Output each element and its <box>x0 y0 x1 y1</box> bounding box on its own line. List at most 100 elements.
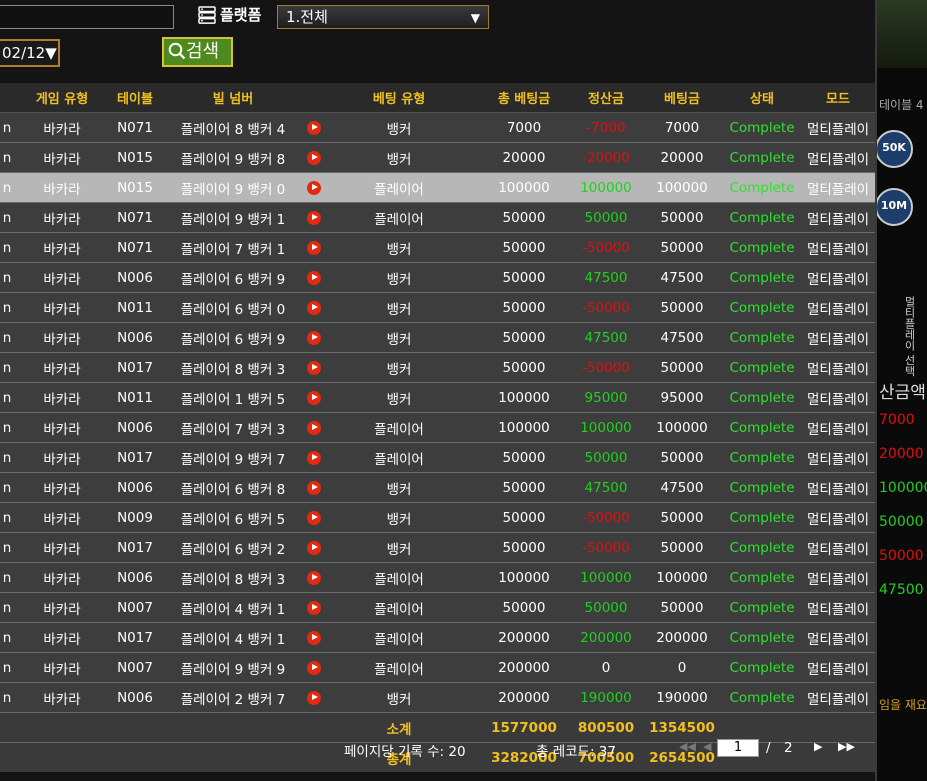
cell-mode: 멀티플레이 <box>800 352 875 383</box>
table-row[interactable]: n 바카라 N071 플레이어 8 뱅커 4 뱅커 7000 -7000 7000 Comple… <box>0 112 875 143</box>
play-icon[interactable] <box>307 420 321 435</box>
row-edge: n <box>0 112 14 143</box>
cell-game-type: 바카라 <box>14 622 110 653</box>
table-row[interactable]: n 바카라 N007 플레이어 9 뱅커 9 플레이어 200000 0 0 Complete 멀… <box>0 652 875 683</box>
table-row[interactable]: n 바카라 N015 플레이어 9 뱅커 0 플레이어 100000 100000 10000… <box>0 172 875 203</box>
cell-status: Complete <box>724 562 800 593</box>
background-table-label: 테이블 4 <box>879 98 924 112</box>
table-row[interactable]: n 바카라 N006 플레이어 2 뱅커 7 뱅커 200000 190000 190000 C… <box>0 682 875 713</box>
background-value: 20000 <box>879 446 924 462</box>
row-edge: n <box>0 532 14 563</box>
cell-status: Complete <box>724 652 800 683</box>
table-row[interactable]: n 바카라 N006 플레이어 7 뱅커 3 플레이어 100000 100000 10000… <box>0 412 875 443</box>
cell-mode: 멀티플레이 <box>800 142 875 173</box>
background-table-image <box>877 0 927 68</box>
table-row[interactable]: n 바카라 N017 플레이어 6 뱅커 2 뱅커 50000 -50000 50000 Com… <box>0 532 875 563</box>
cell-status: Complete <box>724 142 800 173</box>
prev-page-icon[interactable]: ◀ <box>703 740 711 753</box>
cell-bill-number: 플레이어 8 뱅커 3 <box>160 562 306 593</box>
platform-select[interactable]: 1.전체 ▼ <box>277 5 489 29</box>
column-header: 정산금 <box>572 83 640 113</box>
table-row[interactable]: n 바카라 N011 플레이어 6 뱅커 0 뱅커 50000 -50000 50000 Com… <box>0 292 875 323</box>
table-row[interactable]: n 바카라 N006 플레이어 6 뱅커 8 뱅커 50000 47500 47500 Comp… <box>0 472 875 503</box>
cell-bill-number: 플레이어 8 뱅커 3 <box>160 352 306 383</box>
play-icon[interactable] <box>307 300 321 315</box>
play-icon[interactable] <box>307 450 321 465</box>
table-row[interactable]: n 바카라 N015 플레이어 9 뱅커 8 뱅커 20000 -20000 20000 Com… <box>0 142 875 173</box>
table-row[interactable]: n 바카라 N017 플레이어 8 뱅커 3 뱅커 50000 -50000 50000 Com… <box>0 352 875 383</box>
chip-50k[interactable]: 50K <box>877 130 913 168</box>
play-icon[interactable] <box>307 240 321 255</box>
play-icon[interactable] <box>307 360 321 375</box>
cell-settlement: 100000 <box>572 562 640 593</box>
table-row[interactable]: n 바카라 N071 플레이어 9 뱅커 1 플레이어 50000 50000 50000 Co… <box>0 202 875 233</box>
row-edge: n <box>0 382 14 413</box>
play-icon[interactable] <box>307 690 321 705</box>
cell-game-type: 바카라 <box>14 322 110 353</box>
table-row[interactable]: n 바카라 N006 플레이어 6 뱅커 9 뱅커 50000 47500 47500 Comp… <box>0 322 875 353</box>
column-header: 상태 <box>724 83 800 113</box>
first-page-icon[interactable]: ◀◀ <box>679 740 696 753</box>
cell-bet-type: 플레이어 <box>322 202 476 233</box>
cell-bet: 100000 <box>640 412 724 443</box>
play-icon[interactable] <box>307 480 321 495</box>
search-input[interactable] <box>0 5 174 29</box>
cell-bet: 50000 <box>640 532 724 563</box>
cell-bet: 47500 <box>640 262 724 293</box>
column-header: 모드 <box>800 83 875 113</box>
cell-game-type: 바카라 <box>14 232 110 263</box>
cell-status: Complete <box>724 442 800 473</box>
cell-total-bet: 50000 <box>476 322 572 353</box>
cell-settlement: 190000 <box>572 682 640 713</box>
chevron-down-icon: ▼ <box>470 11 480 25</box>
row-edge: n <box>0 292 14 323</box>
play-icon[interactable] <box>307 660 321 675</box>
cell-bet: 50000 <box>640 232 724 263</box>
play-icon[interactable] <box>307 510 321 525</box>
play-icon[interactable] <box>307 150 321 165</box>
date-select[interactable]: 02/12▼ <box>0 39 60 67</box>
table-row[interactable]: n 바카라 N009 플레이어 6 뱅커 5 뱅커 50000 -50000 50000 Com… <box>0 502 875 533</box>
next-page-icon[interactable]: ▶ <box>814 740 822 753</box>
table-row[interactable]: n 바카라 N006 플레이어 8 뱅커 3 플레이어 100000 100000 10000… <box>0 562 875 593</box>
play-icon[interactable] <box>307 120 321 135</box>
play-icon[interactable] <box>307 630 321 645</box>
platform-select-value: 1.전체 <box>286 8 328 26</box>
cell-table: N017 <box>110 622 160 653</box>
column-header: 총 베팅금 <box>476 83 572 113</box>
row-edge: n <box>0 622 14 653</box>
table-row[interactable]: n 바카라 N006 플레이어 6 뱅커 9 뱅커 50000 47500 47500 Comp… <box>0 262 875 293</box>
cell-bill-number: 플레이어 6 뱅커 0 <box>160 292 306 323</box>
play-icon[interactable] <box>307 570 321 585</box>
cell-bet: 50000 <box>640 352 724 383</box>
play-icon[interactable] <box>307 390 321 405</box>
cell-bill-number: 플레이어 6 뱅커 5 <box>160 502 306 533</box>
cell-total-bet: 50000 <box>476 352 572 383</box>
play-icon[interactable] <box>307 210 321 225</box>
cell-status: Complete <box>724 292 800 323</box>
table-row[interactable]: n 바카라 N011 플레이어 1 뱅커 5 뱅커 100000 95000 95000 Com… <box>0 382 875 413</box>
cell-bill-number: 플레이어 6 뱅커 2 <box>160 532 306 563</box>
search-button-label: 검색 <box>186 41 220 62</box>
column-header <box>306 83 322 113</box>
cell-settlement: 0 <box>572 652 640 683</box>
table-row[interactable]: n 바카라 N017 플레이어 4 뱅커 1 플레이어 200000 200000 20000… <box>0 622 875 653</box>
cell-table: N017 <box>110 352 160 383</box>
table-row[interactable]: n 바카라 N017 플레이어 9 뱅커 7 플레이어 50000 50000 50000 Co… <box>0 442 875 473</box>
last-page-icon[interactable]: ▶▶ <box>838 740 855 753</box>
search-button[interactable]: 검색 <box>162 37 233 67</box>
cell-bet-type: 플레이어 <box>322 652 476 683</box>
cell-mode: 멀티플레이 <box>800 112 875 143</box>
table-row[interactable]: n 바카라 N071 플레이어 7 뱅커 1 뱅커 50000 -50000 50000 Com… <box>0 232 875 263</box>
play-icon[interactable] <box>307 180 321 195</box>
page-number-input[interactable]: 1 <box>717 739 759 757</box>
play-icon[interactable] <box>307 270 321 285</box>
play-icon[interactable] <box>307 540 321 555</box>
play-icon[interactable] <box>307 600 321 615</box>
cell-total-bet: 100000 <box>476 172 572 203</box>
play-icon[interactable] <box>307 330 321 345</box>
cell-bet-type: 뱅커 <box>322 532 476 563</box>
chip-10m[interactable]: 10M <box>877 188 913 226</box>
cell-table: N071 <box>110 112 160 143</box>
table-row[interactable]: n 바카라 N007 플레이어 4 뱅커 1 플레이어 50000 50000 50000 Co… <box>0 592 875 623</box>
